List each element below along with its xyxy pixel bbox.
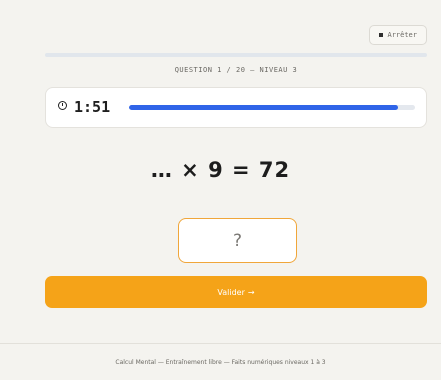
timer-icon: [58, 101, 67, 110]
validate-button[interactable]: Valider →: [45, 276, 427, 308]
stop-square-icon: [379, 33, 384, 37]
timer-bar-track: [129, 105, 415, 110]
arrow-right-icon: →: [247, 287, 255, 297]
footer-text: Calcul Mental — Entraînement libre — Fai…: [115, 359, 326, 366]
timer-bar-fill: [129, 105, 398, 110]
validate-button-label: Valider: [217, 287, 245, 297]
equation: … × 9 = 72: [150, 158, 291, 182]
answer-input[interactable]: ?: [178, 218, 297, 263]
timer-card: 1:51: [45, 87, 427, 128]
stop-button-label: Arrêter: [387, 31, 417, 39]
stop-button[interactable]: Arrêter: [369, 25, 427, 45]
timer-value: 1:51: [74, 98, 111, 116]
question-progress-bar: [45, 53, 427, 57]
footer-divider: [0, 343, 441, 344]
question-counter: QUESTION 1 / 20 — NIVEAU 3: [174, 66, 298, 74]
answer-value: ?: [232, 230, 243, 251]
